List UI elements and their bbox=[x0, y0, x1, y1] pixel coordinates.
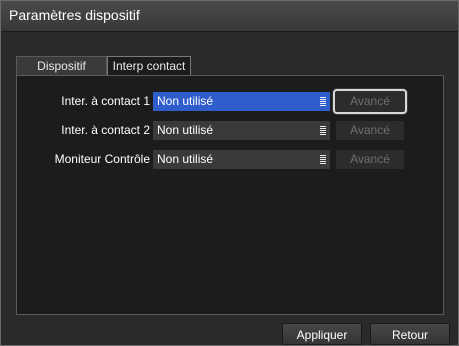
back-button[interactable]: Retour bbox=[370, 323, 450, 345]
contact-2-select[interactable]: Non utilisé bbox=[153, 121, 330, 140]
contact-1-select[interactable]: Non utilisé bbox=[153, 92, 330, 111]
row-label-monitor: Moniteur Contrôle bbox=[54, 152, 150, 166]
contact-settings-panel: Inter. à contact 1 Non utilisé Avancé In… bbox=[16, 75, 444, 315]
monitor-value: Non utilisé bbox=[157, 152, 214, 166]
window-title: Paramètres dispositif bbox=[9, 7, 140, 23]
row-label-contact-2: Inter. à contact 2 bbox=[61, 123, 150, 137]
list-icon bbox=[320, 97, 326, 106]
tab-interp-contact[interactable]: Interp contact bbox=[107, 56, 191, 76]
monitor-advanced-button[interactable]: Avancé bbox=[336, 150, 404, 169]
contact-1-value: Non utilisé bbox=[157, 94, 214, 108]
device-settings-window: Paramètres dispositif Dispositif Interp … bbox=[0, 0, 459, 346]
list-icon bbox=[320, 126, 326, 135]
tab-dispositif[interactable]: Dispositif bbox=[16, 56, 107, 75]
monitor-select[interactable]: Non utilisé bbox=[153, 150, 330, 169]
list-icon bbox=[320, 155, 326, 164]
contact-1-advanced-button[interactable]: Avancé bbox=[333, 89, 407, 114]
contact-2-value: Non utilisé bbox=[157, 123, 214, 137]
title-bar: Paramètres dispositif bbox=[1, 1, 458, 32]
apply-button[interactable]: Appliquer bbox=[282, 323, 362, 345]
bottom-bar: Appliquer Retour bbox=[1, 323, 458, 345]
row-label-contact-1: Inter. à contact 1 bbox=[61, 94, 150, 108]
contact-2-advanced-button[interactable]: Avancé bbox=[336, 121, 404, 140]
